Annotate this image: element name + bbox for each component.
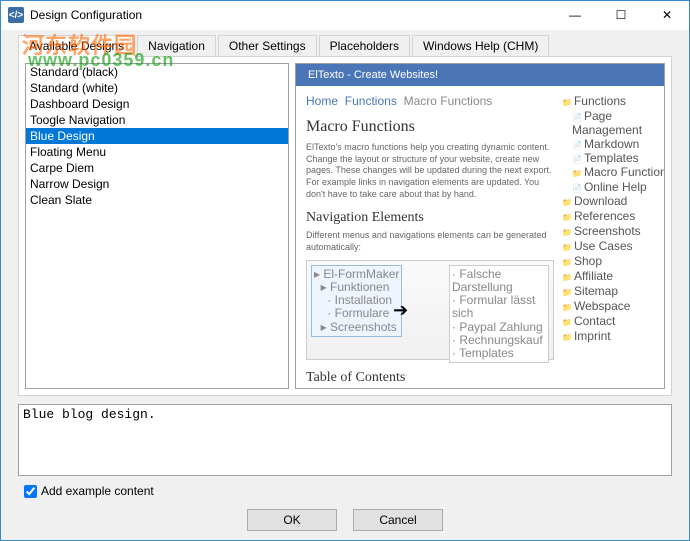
arrow-icon: ➔ bbox=[393, 300, 408, 321]
list-item[interactable]: Standard (black) bbox=[26, 64, 288, 80]
preview-tree-node: Sitemap bbox=[562, 284, 654, 298]
preview-tree-node: Imprint bbox=[562, 329, 654, 343]
minimize-button[interactable]: — bbox=[552, 0, 598, 30]
designs-pane: Standard (black)Standard (white)Dashboar… bbox=[18, 56, 672, 396]
preview-tree-node: Markdown bbox=[562, 137, 654, 151]
preview-screenshot-thumb: ▸ El-FormMaker ▸ Funktionen · Installati… bbox=[306, 260, 554, 360]
preview-tree-node: Contact bbox=[562, 314, 654, 328]
list-item[interactable]: Carpe Diem bbox=[26, 160, 288, 176]
preview-tree-node: Affiliate bbox=[562, 269, 654, 283]
preview-banner: ElTexto - Create Websites! bbox=[296, 64, 664, 86]
titlebar: </> Design Configuration — ☐ ✕ bbox=[0, 0, 690, 30]
close-button[interactable]: ✕ bbox=[644, 0, 690, 30]
dialog-buttons: OK Cancel bbox=[0, 509, 690, 531]
preview-tree-node: Shop bbox=[562, 254, 654, 268]
list-item[interactable]: Clean Slate bbox=[26, 192, 288, 208]
add-example-content-label[interactable]: Add example content bbox=[41, 484, 154, 498]
preview-heading: Macro Functions bbox=[306, 118, 554, 136]
preview-tree-node: Functions bbox=[562, 94, 654, 108]
list-item[interactable]: Dashboard Design bbox=[26, 96, 288, 112]
tab-navigation[interactable]: Navigation bbox=[137, 35, 216, 57]
preview-tree-node: Webspace bbox=[562, 299, 654, 313]
preview-breadcrumb: Home Functions Macro Functions bbox=[306, 94, 554, 108]
window-title: Design Configuration bbox=[30, 8, 142, 22]
ok-button[interactable]: OK bbox=[247, 509, 337, 531]
maximize-button[interactable]: ☐ bbox=[598, 0, 644, 30]
preview-sidebar: FunctionsPage ManagementMarkdownTemplate… bbox=[562, 94, 654, 389]
list-item[interactable]: Floating Menu bbox=[26, 144, 288, 160]
add-example-content-checkbox[interactable] bbox=[24, 485, 37, 498]
preview-tree-node: References bbox=[562, 209, 654, 223]
list-item[interactable]: Narrow Design bbox=[26, 176, 288, 192]
preview-tree-node: Screenshots bbox=[562, 224, 654, 238]
list-item[interactable]: Toogle Navigation bbox=[26, 112, 288, 128]
preview-tree-node: Page Management bbox=[562, 109, 654, 137]
description-textarea[interactable] bbox=[18, 404, 672, 476]
app-icon: </> bbox=[8, 7, 24, 23]
preview-paragraph: Different menus and navigations elements… bbox=[306, 230, 554, 253]
tab-available-designs[interactable]: Available Designs bbox=[18, 35, 135, 57]
preview-subheading: Navigation Elements bbox=[306, 210, 554, 226]
preview-subheading: Table of Contents bbox=[306, 370, 554, 386]
tab-other-settings[interactable]: Other Settings bbox=[218, 35, 317, 57]
design-preview: ElTexto - Create Websites! Home Function… bbox=[295, 63, 665, 389]
tab-windows-help-chm-[interactable]: Windows Help (CHM) bbox=[412, 35, 549, 57]
tab-bar: Available DesignsNavigationOther Setting… bbox=[0, 34, 690, 56]
preview-tree-node: Online Help bbox=[562, 180, 654, 194]
preview-tree-node: Download bbox=[562, 194, 654, 208]
list-item[interactable]: Blue Design bbox=[26, 128, 288, 144]
preview-tree-node: Templates bbox=[562, 151, 654, 165]
cancel-button[interactable]: Cancel bbox=[353, 509, 443, 531]
list-item[interactable]: Standard (white) bbox=[26, 80, 288, 96]
preview-tree-node: Use Cases bbox=[562, 239, 654, 253]
designs-list[interactable]: Standard (black)Standard (white)Dashboar… bbox=[25, 63, 289, 389]
tab-placeholders[interactable]: Placeholders bbox=[319, 35, 410, 57]
preview-tree-node: Macro Functions bbox=[562, 165, 654, 179]
preview-paragraph: ElTexto's macro functions help you creat… bbox=[306, 142, 554, 200]
